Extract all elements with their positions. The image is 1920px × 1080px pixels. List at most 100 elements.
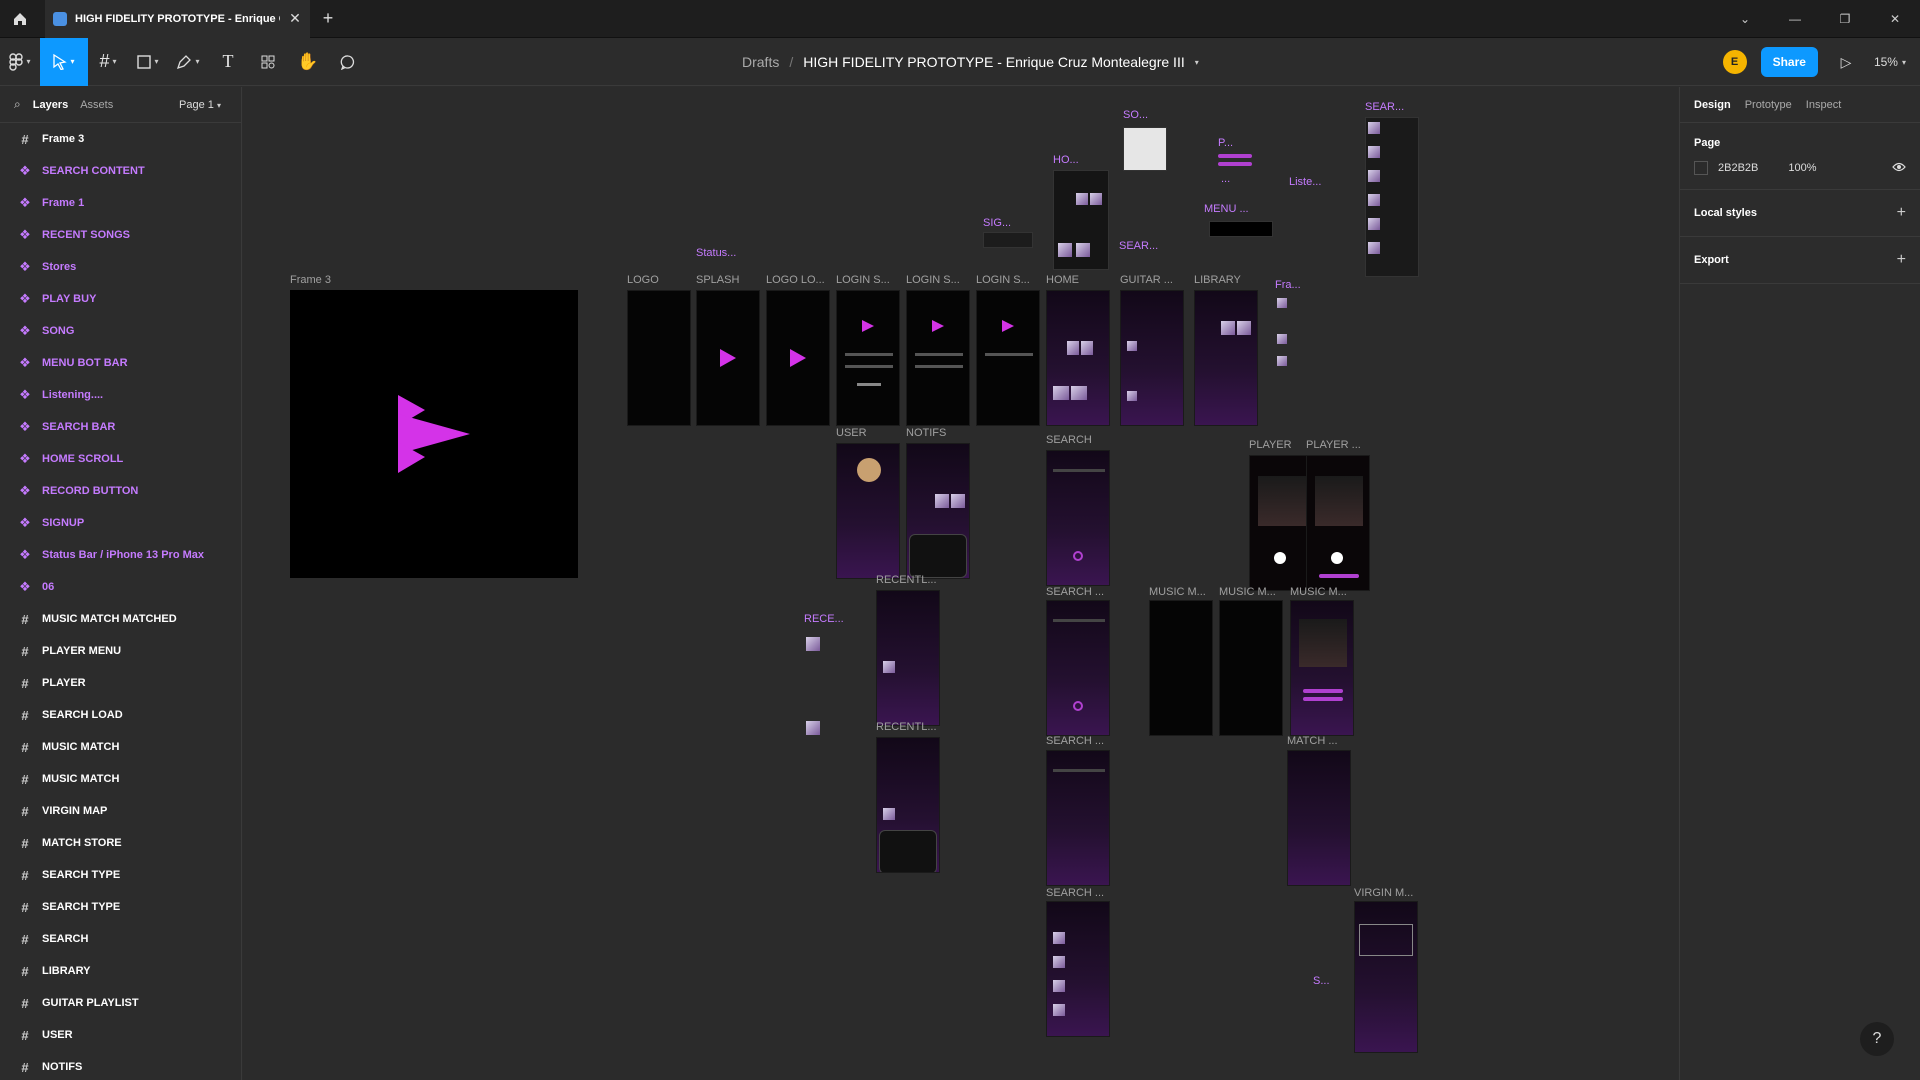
frame-label[interactable]: MATCH ... <box>1287 735 1338 747</box>
component-label[interactable]: ... <box>1221 173 1230 185</box>
layer-item[interactable]: # SEARCH LOAD <box>0 699 241 731</box>
layer-item[interactable]: # MUSIC MATCH <box>0 763 241 795</box>
layer-item[interactable]: # USER <box>0 1019 241 1051</box>
frame-label[interactable]: GUITAR ... <box>1120 274 1173 286</box>
eye-icon[interactable] <box>1892 162 1906 175</box>
design-canvas[interactable]: Frame 3 LOGO SPLASH LOGO LO... LOGIN S..… <box>243 87 1678 1080</box>
home-screen[interactable] <box>1046 290 1110 426</box>
frame-label[interactable]: MUSIC M... <box>1290 586 1347 598</box>
layer-item[interactable]: # PLAYER MENU <box>0 635 241 667</box>
frame-tool[interactable]: # ▾ <box>88 38 128 86</box>
layer-item[interactable]: ❖ HOME SCROLL <box>0 443 241 475</box>
tab-assets[interactable]: Assets <box>80 99 113 111</box>
frame-label[interactable]: SEARCH <box>1046 434 1092 446</box>
close-tab-icon[interactable]: ✕ <box>288 10 302 27</box>
song-component[interactable] <box>1123 127 1167 171</box>
layer-item[interactable]: # SEARCH TYPE <box>0 891 241 923</box>
new-tab-button[interactable]: + <box>310 0 346 38</box>
page-opacity-value[interactable]: 100% <box>1788 162 1816 174</box>
close-window-button[interactable]: ✕ <box>1870 0 1920 38</box>
pen-tool[interactable]: ▾ <box>168 38 208 86</box>
frame-label[interactable]: LOGIN S... <box>976 274 1030 286</box>
recently-played-screen[interactable] <box>876 590 940 726</box>
layer-item[interactable]: # SEARCH TYPE <box>0 859 241 891</box>
user-screen[interactable] <box>836 443 900 579</box>
breadcrumb-drafts[interactable]: Drafts <box>742 54 779 70</box>
share-button[interactable]: Share <box>1760 47 1818 77</box>
chevron-down-icon[interactable]: ▾ <box>1195 58 1199 67</box>
virgin-map-screen[interactable] <box>1354 901 1418 1053</box>
component-label[interactable]: Fra... <box>1275 279 1301 291</box>
login-screen[interactable] <box>836 290 900 426</box>
component-label[interactable]: Status... <box>696 247 736 259</box>
layer-item[interactable]: ❖ Listening.... <box>0 379 241 411</box>
recently-played-screen-2[interactable] <box>876 737 940 873</box>
page-color-swatch[interactable] <box>1694 161 1708 175</box>
add-style-button[interactable]: + <box>1897 204 1906 222</box>
menu-bot-bar-component[interactable] <box>1209 221 1273 237</box>
minimize-button[interactable]: — <box>1770 0 1820 38</box>
layer-item[interactable]: # SEARCH <box>0 923 241 955</box>
layer-item[interactable]: # MUSIC MATCH <box>0 731 241 763</box>
add-export-button[interactable]: + <box>1897 251 1906 269</box>
tab-prototype[interactable]: Prototype <box>1745 99 1792 111</box>
frame-3-logo-frame[interactable] <box>290 290 578 578</box>
signup-component[interactable] <box>983 232 1033 248</box>
home-scroll-component[interactable] <box>1053 170 1109 270</box>
search-icon[interactable]: ⌕ <box>14 97 21 112</box>
layer-item[interactable]: ❖ SEARCH CONTENT <box>0 155 241 187</box>
tab-inspect[interactable]: Inspect <box>1806 99 1841 111</box>
music-match-screen[interactable] <box>1149 600 1213 736</box>
frame-label[interactable]: MUSIC M... <box>1219 586 1276 598</box>
layer-item[interactable]: ❖ PLAY BUY <box>0 283 241 315</box>
avatar[interactable]: E <box>1722 50 1747 74</box>
tab-layers[interactable]: Layers <box>33 99 68 111</box>
layer-item[interactable]: # NOTIFS <box>0 1051 241 1080</box>
frame-1-component[interactable] <box>1275 294 1321 404</box>
player-screen[interactable] <box>1249 455 1313 591</box>
frame-label[interactable]: USER <box>836 427 867 439</box>
frame-label[interactable]: SPLASH <box>696 274 739 286</box>
move-tool[interactable]: ▾ <box>40 37 88 86</box>
component-label[interactable]: RECE... <box>804 613 844 625</box>
frame-label[interactable]: RECENTL... <box>876 574 937 586</box>
text-tool[interactable]: T <box>208 38 248 86</box>
component-label[interactable]: S... <box>1313 975 1330 987</box>
music-match-matched-screen[interactable] <box>1290 600 1354 736</box>
frame-label[interactable]: NOTIFS <box>906 427 946 439</box>
layer-item[interactable]: ❖ Status Bar / iPhone 13 Pro Max <box>0 539 241 571</box>
match-store-screen[interactable] <box>1287 750 1351 886</box>
layer-item[interactable]: ❖ SEARCH BAR <box>0 411 241 443</box>
resources-tool[interactable] <box>248 38 288 86</box>
layer-item[interactable]: ❖ Frame 1 <box>0 187 241 219</box>
layer-item[interactable]: # PLAYER <box>0 667 241 699</box>
logo-loading-screen[interactable] <box>766 290 830 426</box>
search-type-screen[interactable] <box>1046 750 1110 886</box>
layer-item[interactable]: # MUSIC MATCH MATCHED <box>0 603 241 635</box>
frame-label[interactable]: VIRGIN M... <box>1354 887 1413 899</box>
layer-item[interactable]: ❖ 06 <box>0 571 241 603</box>
frame-label[interactable]: LOGO LO... <box>766 274 825 286</box>
layer-item[interactable]: # MATCH STORE <box>0 827 241 859</box>
frame-label[interactable]: SEARCH ... <box>1046 735 1104 747</box>
layer-item[interactable]: ❖ MENU BOT BAR <box>0 347 241 379</box>
layer-item[interactable]: # LIBRARY <box>0 955 241 987</box>
zoom-menu[interactable]: 15% ▾ <box>1874 55 1906 69</box>
login-screen-2[interactable] <box>906 290 970 426</box>
logo-screen[interactable] <box>627 290 691 426</box>
splash-screen[interactable] <box>696 290 760 426</box>
shape-tool[interactable]: ▾ <box>128 38 168 86</box>
search-screen[interactable] <box>1046 450 1110 586</box>
recent-songs-component[interactable] <box>804 627 864 747</box>
help-button[interactable]: ? <box>1860 1022 1894 1056</box>
frame-label[interactable]: PLAYER ... <box>1306 439 1361 451</box>
layer-item[interactable]: # VIRGIN MAP <box>0 795 241 827</box>
guitar-playlist-screen[interactable] <box>1120 290 1184 426</box>
page-color-value[interactable]: 2B2B2B <box>1718 162 1758 174</box>
layer-item[interactable]: ❖ RECORD BUTTON <box>0 475 241 507</box>
component-label[interactable]: SO... <box>1123 109 1148 121</box>
component-label[interactable]: MENU ... <box>1204 203 1249 215</box>
component-label[interactable]: HO... <box>1053 154 1079 166</box>
frame-label[interactable]: RECENTL... <box>876 721 937 733</box>
login-screen-3[interactable] <box>976 290 1040 426</box>
